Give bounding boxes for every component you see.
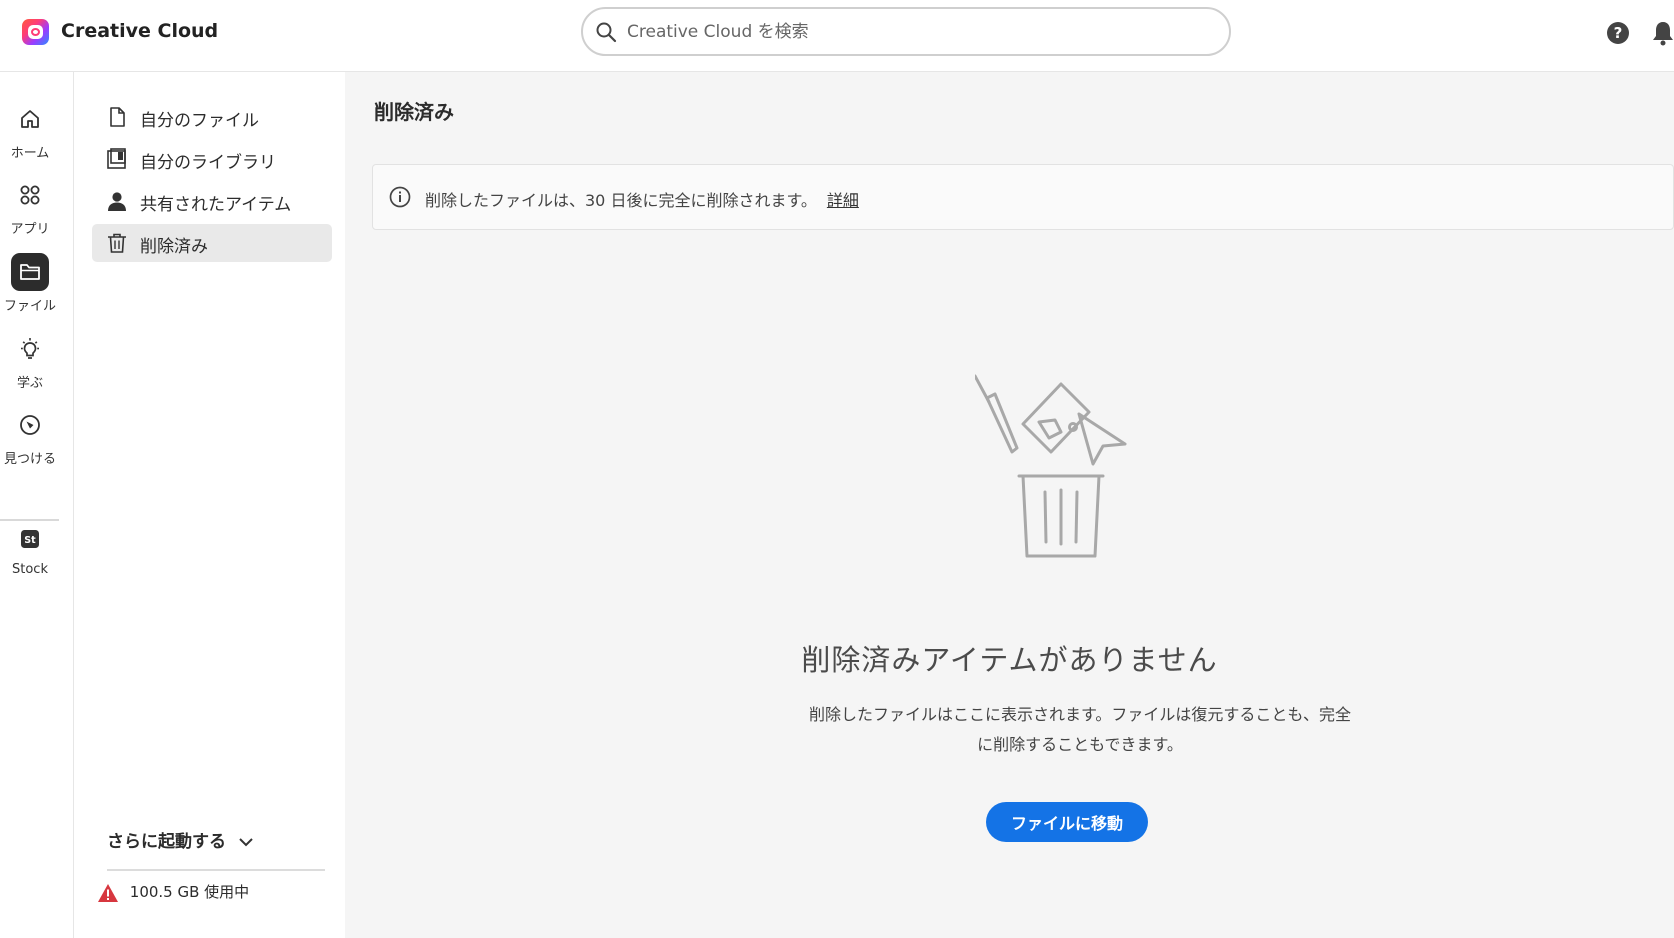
rail-item-apps[interactable]: アプリ bbox=[0, 176, 60, 237]
search-input[interactable] bbox=[627, 17, 1207, 47]
sidebar-item-label: 削除済み bbox=[140, 237, 208, 257]
empty-trash-illustration-icon bbox=[975, 374, 1127, 558]
sidebar-item-shared[interactable]: 共有されたアイテム bbox=[92, 182, 332, 220]
sidebar-item-deleted[interactable]: 削除済み bbox=[92, 224, 332, 262]
empty-state-title: 削除済みアイテムがありません bbox=[801, 643, 1218, 677]
go-to-files-button[interactable]: ファイルに移動 bbox=[986, 802, 1148, 842]
creative-cloud-app: Creative Cloud ? ホーム bbox=[0, 0, 1674, 938]
launch-more-label: さらに起動する bbox=[107, 832, 226, 852]
storage-usage-text: 100.5 GB 使用中 bbox=[129, 883, 250, 901]
home-icon bbox=[21, 110, 39, 128]
search-bar[interactable] bbox=[581, 7, 1231, 56]
chevron-down-icon bbox=[239, 838, 253, 847]
info-icon bbox=[389, 186, 411, 208]
svg-text:St: St bbox=[24, 535, 36, 546]
rail-item-stock[interactable]: St Stock bbox=[0, 520, 60, 577]
warning-icon bbox=[98, 883, 118, 902]
rail-label: 学ぶ bbox=[16, 376, 43, 391]
lightbulb-icon bbox=[21, 338, 39, 359]
help-icon[interactable]: ? bbox=[1606, 21, 1630, 45]
top-header: Creative Cloud ? bbox=[0, 0, 1674, 72]
main-content: 削除済み 削除したファイルは、30 日後に完全に削除されます。 詳細 削除済みア… bbox=[345, 72, 1674, 938]
rail-label: Stock bbox=[12, 562, 48, 577]
sidebar-item-label: 共有されたアイテム bbox=[140, 195, 292, 215]
svg-text:?: ? bbox=[1614, 24, 1623, 42]
rail-label: 見つける bbox=[3, 452, 56, 467]
notice-message: 削除したファイルは、30 日後に完全に削除されます。 詳細 bbox=[425, 187, 859, 211]
sidebar-item-my-libraries[interactable]: 自分のライブラリ bbox=[92, 140, 332, 178]
page-title: 削除済み bbox=[374, 100, 454, 124]
sidebar-item-label: 自分のライブラリ bbox=[140, 153, 276, 173]
notification-bell-icon[interactable] bbox=[1652, 20, 1674, 46]
stock-icon: St bbox=[21, 530, 39, 548]
rail-label: アプリ bbox=[10, 222, 50, 237]
user-icon bbox=[108, 192, 126, 211]
document-icon bbox=[110, 107, 125, 127]
library-icon bbox=[107, 148, 126, 169]
trash-icon bbox=[108, 233, 126, 253]
notice-text: 削除したファイルは、30 日後に完全に削除されます。 bbox=[425, 191, 817, 210]
rail-item-home[interactable]: ホーム bbox=[0, 100, 60, 161]
empty-state-description-line: に削除することもできます。 bbox=[977, 735, 1183, 754]
rail-item-discover[interactable]: 見つける bbox=[0, 406, 60, 467]
files-sidebar: 自分のファイル 自分のライブラリ 共有されたアイテム 削除済み さらに起動する … bbox=[75, 72, 345, 938]
sidebar-divider bbox=[107, 869, 325, 871]
search-icon bbox=[596, 22, 617, 43]
rail-label: ファイル bbox=[3, 299, 56, 314]
rail-label: ホーム bbox=[10, 146, 50, 161]
empty-state-description-line: 削除したファイルはここに表示されます。ファイルは復元することも、完全 bbox=[809, 705, 1351, 724]
creative-cloud-logo-icon[interactable] bbox=[22, 19, 49, 45]
rail-item-files[interactable]: ファイル bbox=[0, 253, 60, 314]
compass-icon bbox=[20, 415, 40, 435]
sidebar-item-my-files[interactable]: 自分のファイル bbox=[92, 98, 332, 136]
retention-notice: 削除したファイルは、30 日後に完全に削除されます。 詳細 bbox=[372, 164, 1674, 230]
sidebar-item-label: 自分のファイル bbox=[140, 111, 259, 131]
folder-icon bbox=[20, 264, 40, 280]
rail-item-learn[interactable]: 学ぶ bbox=[0, 330, 60, 391]
storage-status[interactable]: 100.5 GB 使用中 bbox=[97, 881, 249, 903]
launch-more-toggle[interactable]: さらに起動する bbox=[107, 827, 254, 852]
empty-state-description: 削除したファイルはここに表示されます。ファイルは復元することも、完全 に削除する… bbox=[750, 700, 1410, 760]
learn-more-link[interactable]: 詳細 bbox=[827, 191, 859, 210]
app-rail: ホーム アプリ ファイル 学ぶ 見つける St Stock bbox=[0, 72, 74, 938]
app-title: Creative Cloud bbox=[61, 20, 219, 42]
apps-grid-icon bbox=[20, 185, 40, 205]
